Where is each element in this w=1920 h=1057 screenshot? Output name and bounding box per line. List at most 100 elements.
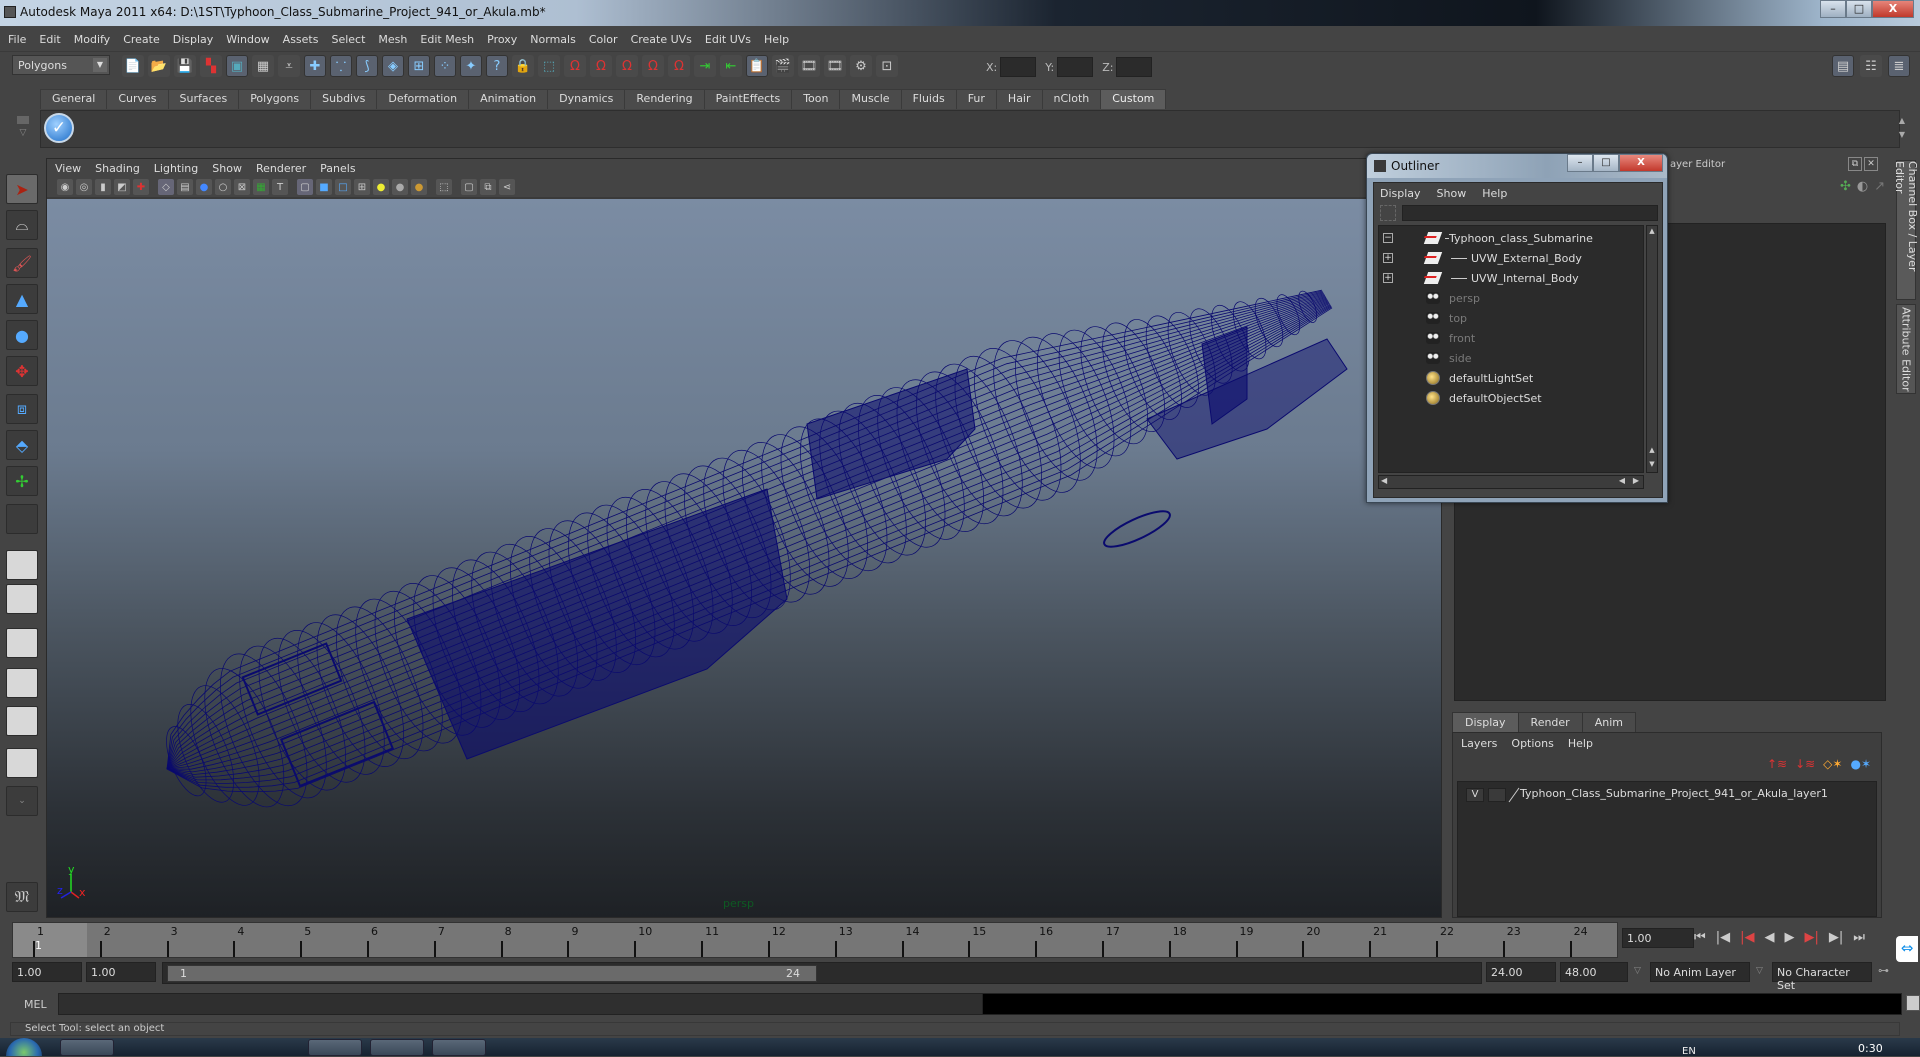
input-ops-icon[interactable]: ⇥ [694, 55, 716, 77]
move-layer-down-icon[interactable]: ↓≋ [1795, 757, 1815, 771]
last-tool-slot[interactable] [6, 504, 38, 534]
shelf-tab-fur[interactable]: Fur [955, 89, 997, 109]
tool-settings-toggle-icon[interactable]: ☷ [1860, 55, 1882, 77]
deformer-mask-icon[interactable]: ⊞ [408, 55, 430, 77]
taskbar-maya[interactable] [120, 1039, 174, 1056]
select-handle-icon[interactable]: ✚ [304, 55, 326, 77]
script-editor-icon[interactable] [1906, 995, 1920, 1011]
shelf-tab-surfaces[interactable]: Surfaces [167, 89, 240, 109]
highlight-selection-icon[interactable]: ⬚ [538, 55, 560, 77]
scroll-right-icon[interactable]: ▶ [1633, 476, 1639, 485]
move-layer-up-icon[interactable]: ↑≋ [1767, 757, 1787, 771]
menu-window[interactable]: Window [226, 33, 269, 46]
show-manipulator-icon[interactable]: ✢ [6, 466, 38, 496]
output-ops-icon[interactable]: ⇤ [720, 55, 742, 77]
single-perspective-layout-icon[interactable] [6, 550, 38, 580]
layer-tab-display[interactable]: Display [1452, 712, 1519, 733]
more-layouts-icon[interactable]: ⌄ [6, 786, 38, 816]
layer-menu-options[interactable]: Options [1511, 737, 1553, 750]
gate-mask-icon[interactable]: ○ [215, 179, 231, 195]
axis-display-icon[interactable]: ✣ [1840, 179, 1851, 194]
outliner-menu-show[interactable]: Show [1437, 187, 1467, 200]
playback-start-field[interactable]: 1.00 [86, 962, 156, 982]
outliner-item[interactable]: front [1379, 328, 1643, 348]
menu-edit-uvs[interactable]: Edit UVs [705, 33, 751, 46]
layer-tab-render[interactable]: Render [1517, 712, 1583, 733]
safe-action-icon[interactable]: ▦ [253, 179, 269, 195]
select-by-component-icon[interactable]: ▦ [252, 55, 274, 77]
shadows-icon[interactable]: ● [392, 179, 408, 195]
shelf-tab-rendering[interactable]: Rendering [624, 89, 705, 109]
menu-display[interactable]: Display [173, 33, 214, 46]
persp-outliner-layout-icon[interactable] [6, 628, 38, 658]
outliner-horizontal-scrollbar[interactable]: ◀ ◀ ▶ [1378, 475, 1644, 489]
persp-graph-layout-icon[interactable] [6, 668, 38, 698]
dynamics-mask-icon[interactable]: ⁘ [434, 55, 456, 77]
xray-joints-icon[interactable]: ⧉ [480, 179, 496, 195]
maximize-button[interactable]: □ [1846, 0, 1872, 18]
soft-modify-tool-icon[interactable]: ⬘ [6, 430, 38, 460]
minimize-button[interactable]: – [1820, 0, 1846, 18]
checkmark-script-icon[interactable]: ✓ [44, 113, 74, 143]
range-slider-handle[interactable]: 1 24 [167, 965, 817, 982]
render-frame-icon[interactable]: 🎞 [798, 55, 820, 77]
snap-live-icon[interactable]: Ω [668, 55, 690, 77]
layer-playback-toggle[interactable] [1488, 788, 1506, 802]
layer-color-swatch-icon[interactable] [1508, 787, 1520, 803]
scroll-up-icon[interactable]: ▲ [1648, 227, 1656, 237]
animation-end-field[interactable]: 48.00 [1560, 962, 1628, 982]
x-field[interactable] [1000, 57, 1037, 77]
help-icon[interactable]: ? [486, 55, 508, 77]
taskbar-teamviewer[interactable] [432, 1039, 486, 1056]
auto-key-icon[interactable]: ⊶ [1878, 964, 1889, 977]
menu-assets[interactable]: Assets [283, 33, 319, 46]
scale-tool-icon[interactable]: ✥ [6, 356, 38, 386]
wireframe-icon[interactable]: ▢ [297, 179, 313, 195]
snap-curve-icon[interactable]: Ω [590, 55, 612, 77]
construction-history-icon[interactable]: 📋 [746, 55, 768, 77]
command-language-label[interactable]: MEL [24, 998, 47, 1011]
half-circle-icon[interactable]: ◐ [1857, 179, 1868, 194]
y-field[interactable] [1057, 57, 1094, 77]
taskbar-explorer[interactable] [370, 1039, 424, 1056]
select-tool-icon[interactable]: ➤ [6, 174, 38, 204]
viewport-menu-lighting[interactable]: Lighting [154, 162, 198, 175]
viewport-menu-show[interactable]: Show [212, 162, 242, 175]
anim-layer-field[interactable]: No Anim Layer [1650, 962, 1750, 982]
shelf-tab-toon[interactable]: Toon [791, 89, 841, 109]
move-tool-icon[interactable]: ▲ [6, 284, 38, 314]
playback-end-field[interactable]: 24.00 [1486, 962, 1556, 982]
curve-mask-icon[interactable]: ⟆ [356, 55, 378, 77]
outliner-item[interactable]: side [1379, 348, 1643, 368]
outliner-item[interactable]: defaultObjectSet [1379, 388, 1643, 408]
shelf-tab-ncloth[interactable]: nCloth [1041, 89, 1102, 109]
taskbar-photoshop[interactable] [240, 1039, 294, 1056]
resolution-gate-icon[interactable]: ● [196, 179, 212, 195]
step-forward-frame-icon[interactable]: ▶| [1804, 930, 1818, 945]
viewport-menu-shading[interactable]: Shading [95, 162, 140, 175]
menu-help[interactable]: Help [764, 33, 789, 46]
go-to-end-icon[interactable]: ⏭ [1853, 930, 1865, 945]
menu-color[interactable]: Color [589, 33, 618, 46]
menu-normals[interactable]: Normals [530, 33, 576, 46]
four-view-layout-icon[interactable] [6, 584, 38, 614]
layer-menu-help[interactable]: Help [1568, 737, 1593, 750]
range-slider[interactable]: 1 24 [162, 962, 1482, 984]
rotate-tool-icon[interactable]: ● [6, 320, 38, 350]
lasso-tool-icon[interactable]: ⌓ [6, 210, 38, 240]
taskbar-acrobat[interactable] [180, 1039, 234, 1056]
menu-select[interactable]: Select [331, 33, 365, 46]
outliner-minimize-button[interactable]: – [1567, 154, 1593, 172]
viewport-menu-panels[interactable]: Panels [320, 162, 355, 175]
expand-icon[interactable]: + [1383, 253, 1393, 263]
shelf-tab-fluids[interactable]: Fluids [900, 89, 957, 109]
scroll-left-icon[interactable]: ◀ [1381, 476, 1387, 485]
wireframe-on-shaded-icon[interactable]: □ [335, 179, 351, 195]
paint-select-tool-icon[interactable]: 🖌 [6, 248, 38, 278]
render-view-icon[interactable]: 🎬 [772, 55, 794, 77]
film-gate-icon[interactable]: ▤ [177, 179, 193, 195]
outliner-item[interactable]: persp [1379, 288, 1643, 308]
menu-create[interactable]: Create [123, 33, 160, 46]
shelf-tab-polygons[interactable]: Polygons [238, 89, 312, 109]
close-panel-icon[interactable]: ✕ [1864, 157, 1878, 171]
